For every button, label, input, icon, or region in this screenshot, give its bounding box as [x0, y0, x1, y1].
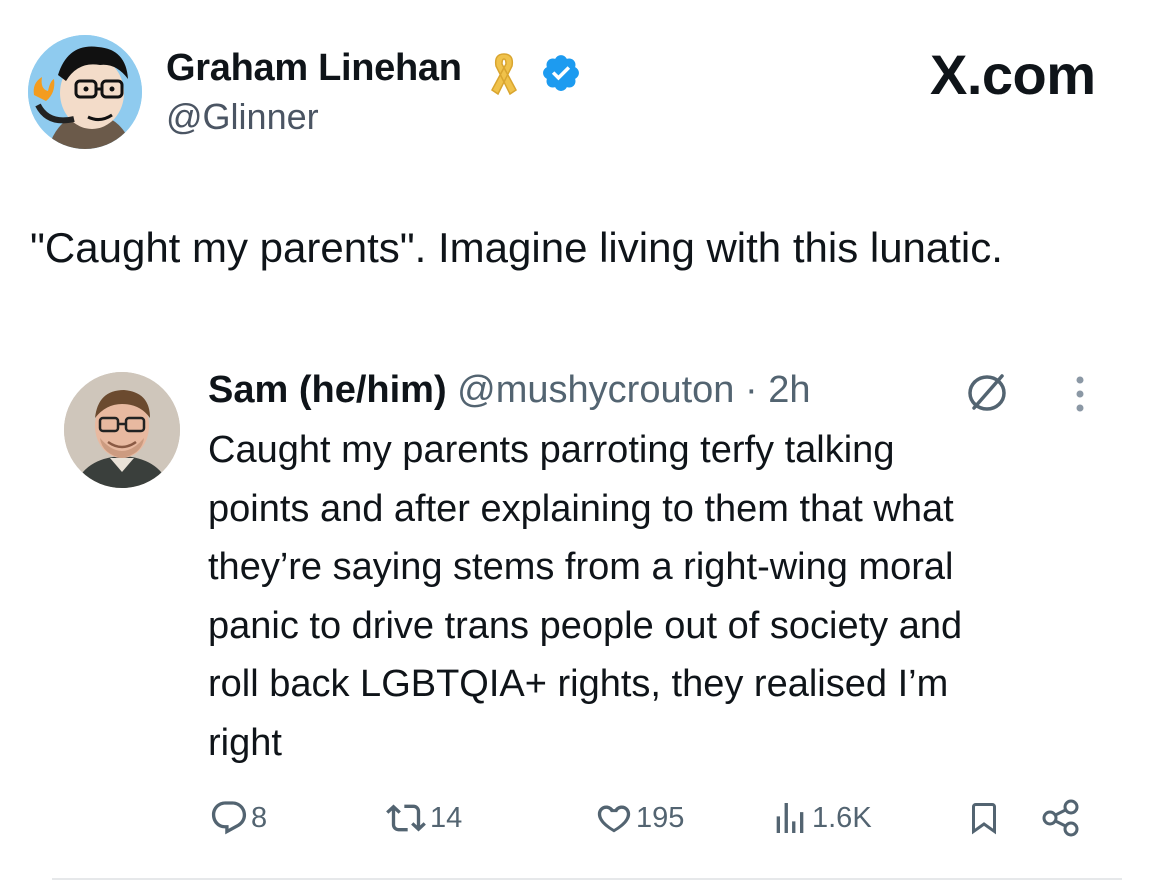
author-name[interactable]: Graham Linehan [166, 47, 462, 90]
gold-ribbon-icon [484, 50, 524, 98]
share-icon [1042, 799, 1079, 837]
bookmark-button[interactable] [966, 796, 1002, 840]
quoted-tweet-timestamp[interactable]: 2h [768, 369, 810, 411]
quoted-tweet-line: right [208, 721, 282, 764]
reply-button[interactable]: 8 [209, 796, 267, 840]
retweet-button[interactable]: 14 [384, 796, 462, 840]
quoted-author-handle[interactable]: @mushycrouton [457, 369, 734, 411]
views-icon [776, 803, 804, 833]
quoted-tweet-line: roll back LGBTQIA+ rights, they realised… [208, 663, 949, 705]
bookmark-icon [972, 803, 996, 835]
more-options-icon[interactable] [1070, 372, 1090, 416]
reply-icon [211, 801, 247, 835]
share-button[interactable] [1040, 796, 1082, 840]
replies-restricted-icon [962, 368, 1016, 414]
retweet-icon [386, 804, 426, 832]
quoted-tweet-body: Caught my parents parroting terfy talkin… [208, 421, 1148, 772]
divider [52, 878, 1122, 880]
verified-badge-icon [540, 52, 582, 94]
like-count: 195 [636, 801, 685, 834]
like-button[interactable]: 195 [594, 796, 684, 840]
tweet-text: "Caught my parents". Imagine living with… [30, 224, 1003, 271]
quoted-author-name[interactable]: Sam (he/him) [208, 369, 447, 411]
quoted-tweet-line: Caught my parents parroting terfy talkin… [208, 429, 895, 471]
author-avatar[interactable] [28, 35, 142, 149]
author-handle[interactable]: @Glinner [166, 96, 319, 138]
header-separator: · [744, 369, 758, 411]
views-button[interactable]: 1.6K [770, 796, 872, 840]
x-com-logo: X.com [930, 43, 1096, 106]
reply-count: 8 [251, 801, 268, 834]
retweet-count: 14 [430, 801, 463, 834]
views-count: 1.6K [812, 801, 872, 834]
heart-icon [597, 805, 631, 833]
quoted-tweet-line: panic to drive trans people out of socie… [208, 604, 963, 647]
quoted-tweet-line: they’re saying stems from a right-wing m… [208, 546, 954, 588]
quoted-tweet-header: Sam (he/him) @mushycrouton · 2h [208, 365, 810, 415]
quoted-tweet-line: points and after explaining to them that… [208, 487, 954, 530]
quoted-author-avatar[interactable] [64, 372, 180, 488]
